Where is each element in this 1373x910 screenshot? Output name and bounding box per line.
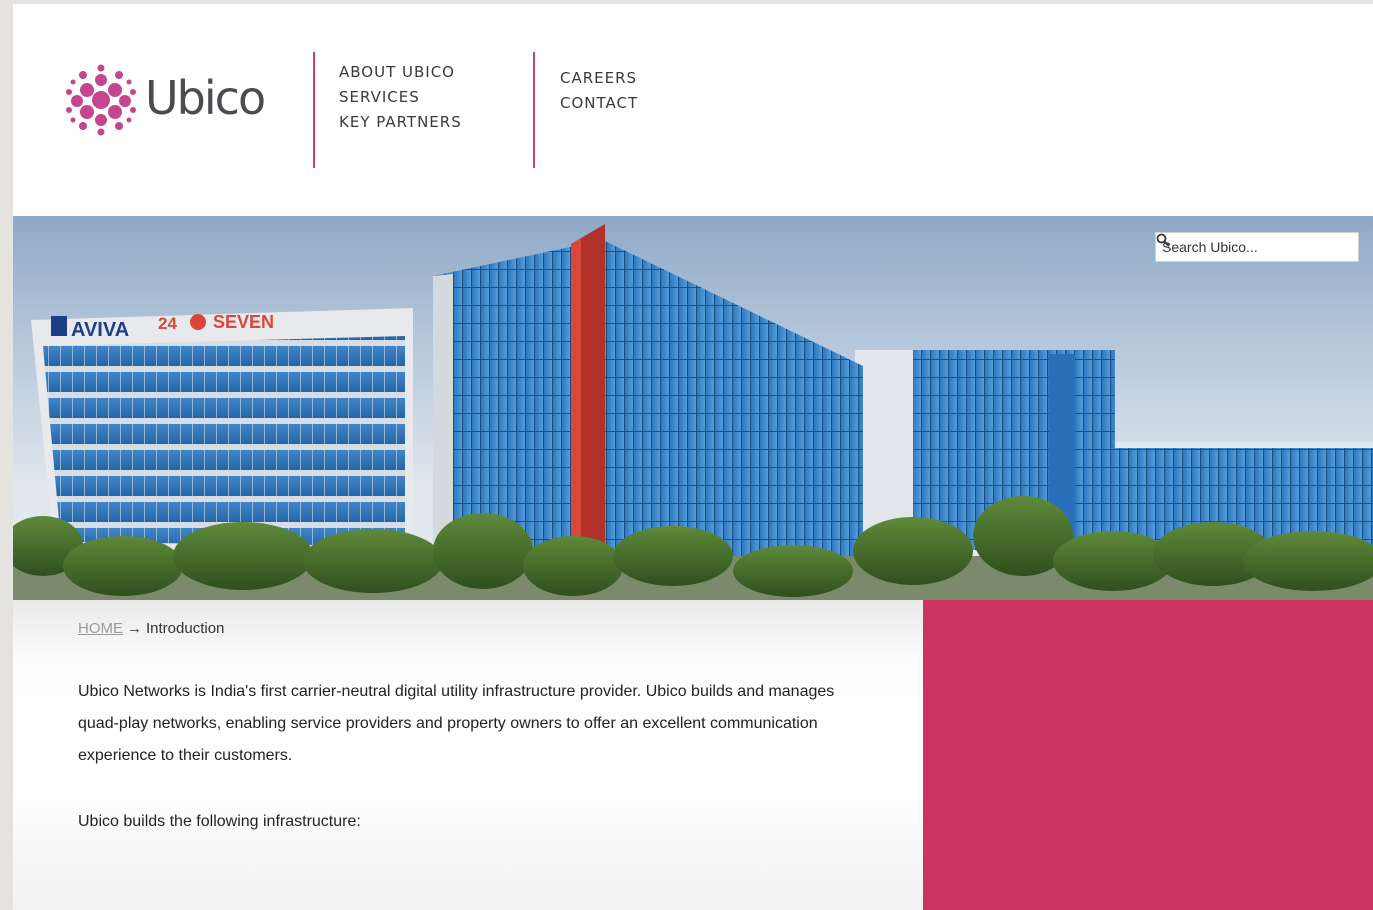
secondary-nav-group: CAREERS CONTACT (560, 66, 638, 116)
primary-nav-group: ABOUT UBICO SERVICES KEY PARTNERS (339, 60, 462, 135)
hero-banner: AVIVA 24 SEVEN (13, 216, 1373, 600)
logo-wordmark: Ubico (145, 71, 266, 125)
nav-services[interactable]: SERVICES (339, 85, 462, 110)
search-box[interactable] (1155, 232, 1359, 262)
main-content: HOME → Introduction Ubico Networks is Indi… (13, 600, 923, 910)
nav-careers[interactable]: CAREERS (560, 66, 638, 91)
logo-mark-icon (66, 64, 136, 136)
nav-contact[interactable]: CONTACT (560, 91, 638, 116)
hero-building-image: AVIVA 24 SEVEN (13, 224, 1373, 600)
page: Ubico ABOUT UBICO SERVICES KEY PARTNERS … (13, 4, 1373, 910)
intro-paragraph: Ubico Networks is India's first carrier-… (78, 683, 835, 764)
breadcrumb-current: Introduction (146, 620, 225, 637)
ubico-logo[interactable]: Ubico (65, 62, 285, 138)
search-icon (1156, 233, 1170, 247)
breadcrumb-separator: → (127, 620, 142, 637)
infrastructure-intro: Ubico builds the following infrastructur… (78, 813, 361, 830)
nav-divider (313, 52, 315, 168)
site-header: Ubico ABOUT UBICO SERVICES KEY PARTNERS … (13, 4, 1373, 216)
side-panel (923, 600, 1373, 910)
nav-key-partners[interactable]: KEY PARTNERS (339, 110, 462, 135)
nav-divider (533, 52, 535, 168)
hero-sign-number: 24 (158, 314, 177, 333)
breadcrumb-home-link[interactable]: HOME (78, 620, 123, 637)
nav-about-ubico[interactable]: ABOUT UBICO (339, 60, 462, 85)
hero-sign-seven: SEVEN (213, 312, 274, 332)
hero-sign-aviva: AVIVA (71, 319, 129, 341)
breadcrumb: HOME → Introduction (78, 620, 224, 637)
search-input[interactable] (1162, 239, 1332, 255)
